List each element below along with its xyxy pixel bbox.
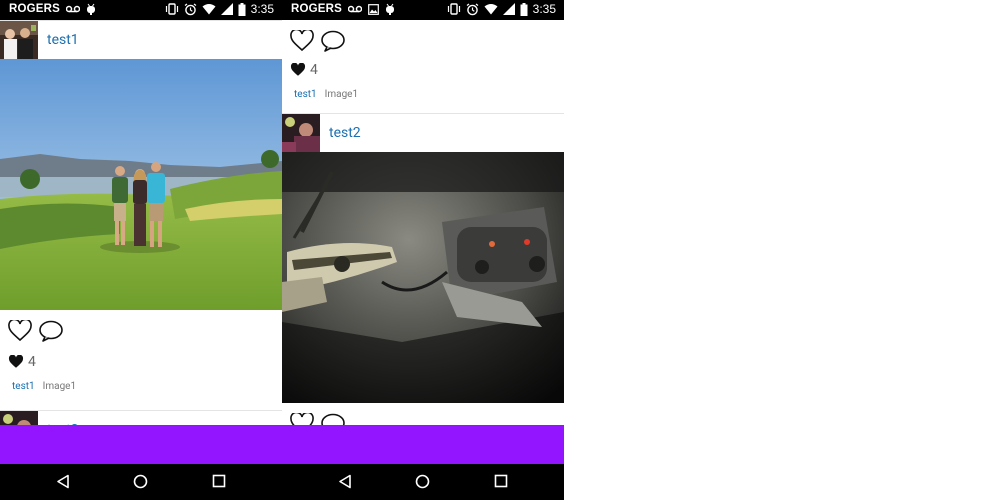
comment-icon[interactable] xyxy=(38,320,64,342)
wifi-icon xyxy=(484,4,498,15)
accent-bar xyxy=(282,425,564,464)
caption-row: test1 Image1 xyxy=(294,89,358,100)
caption-username[interactable]: test1 xyxy=(12,381,35,392)
battery-icon xyxy=(238,2,246,16)
navigation-bar xyxy=(282,464,564,500)
carrier-label: ROGERS xyxy=(9,3,61,15)
status-bar: ROGERS 3:35 xyxy=(0,0,282,20)
vibrate-icon xyxy=(447,3,460,15)
voicemail-icon xyxy=(348,5,363,13)
navigation-bar xyxy=(0,464,282,500)
caption-text: Image1 xyxy=(324,89,359,100)
status-bar: ROGERS 3:35 xyxy=(282,0,564,20)
caption-row: test1 Image1 xyxy=(12,381,76,392)
likes-count-row: 4 xyxy=(8,354,36,370)
back-icon[interactable] xyxy=(56,474,70,489)
likes-count-row: 4 xyxy=(290,62,318,78)
vibrate-icon xyxy=(165,3,178,15)
post-photo-helicopter[interactable] xyxy=(282,152,564,403)
heart-outline-icon[interactable] xyxy=(290,30,314,52)
home-icon[interactable] xyxy=(133,474,148,489)
likes-count: 4 xyxy=(28,354,36,370)
image-icon xyxy=(368,3,379,15)
post-actions: 4 test1 Image1 xyxy=(282,20,564,113)
post-header[interactable]: test1 xyxy=(0,20,282,59)
comment-icon[interactable] xyxy=(320,30,346,52)
home-icon[interactable] xyxy=(415,474,430,489)
caption-text: Image1 xyxy=(42,381,77,392)
heart-filled-icon xyxy=(8,355,24,368)
phone-screen-left: ROGERS 3:35 test1 4 test1 Image1 xyxy=(0,0,282,500)
battery-icon xyxy=(520,2,528,16)
back-icon[interactable] xyxy=(338,474,352,489)
post-photo-vineyard[interactable] xyxy=(0,59,282,310)
alarm-icon xyxy=(466,3,479,15)
likes-count: 4 xyxy=(310,62,318,78)
status-time: 3:35 xyxy=(532,2,556,16)
android-debug-icon xyxy=(386,3,395,15)
recents-icon[interactable] xyxy=(212,474,226,488)
heart-filled-icon xyxy=(290,63,306,76)
avatar[interactable] xyxy=(282,114,320,152)
post-actions: 4 test1 Image1 xyxy=(0,310,282,410)
avatar[interactable] xyxy=(0,21,38,59)
recents-icon[interactable] xyxy=(494,474,508,488)
status-time: 3:35 xyxy=(250,2,274,16)
feed-list[interactable]: test1 4 test1 Image1 xyxy=(0,20,282,449)
android-debug-icon xyxy=(87,3,96,15)
phone-screen-right: ROGERS 3:35 4 test1 Image1 test2 xyxy=(282,0,564,500)
post-header[interactable]: test2 xyxy=(282,113,564,152)
signal-icon xyxy=(502,3,515,15)
accent-bar xyxy=(0,425,282,464)
heart-outline-icon[interactable] xyxy=(8,320,32,342)
post-username[interactable]: test2 xyxy=(329,125,361,141)
post-username[interactable]: test1 xyxy=(47,32,79,48)
alarm-icon xyxy=(184,3,197,15)
caption-username[interactable]: test1 xyxy=(294,89,317,100)
voicemail-icon xyxy=(66,5,81,13)
signal-icon xyxy=(220,3,233,15)
carrier-label: ROGERS xyxy=(291,3,343,15)
wifi-icon xyxy=(202,4,216,15)
